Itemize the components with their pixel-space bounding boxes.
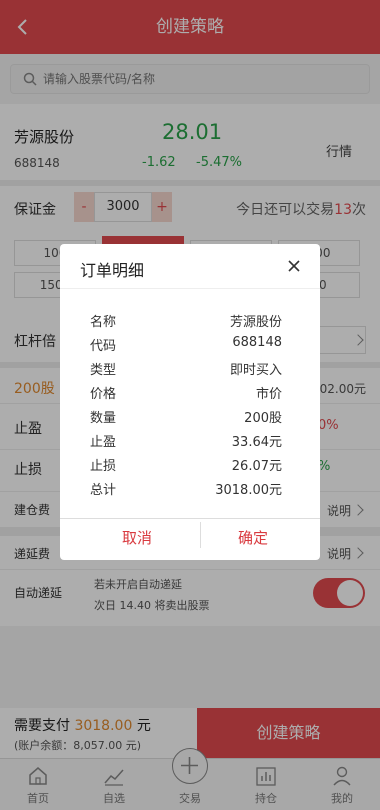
detail-key: 止损 [90,459,117,474]
cancel-button[interactable]: 取消 [72,519,202,557]
dialog-divider [60,288,320,289]
detail-row-name: 名称 芳源股份 [90,308,282,332]
close-icon[interactable] [286,258,302,274]
detail-row-quantity: 数量 200股 [90,404,282,428]
detail-row-price: 价格 市价 [90,380,282,404]
detail-row-code: 代码 688148 [90,332,282,356]
dialog-title: 订单明细 [80,261,145,280]
detail-row-take-profit: 止盈 33.64元 [90,428,282,452]
detail-row-stop-loss: 止损 26.07元 [90,452,282,476]
detail-key: 名称 [90,315,117,330]
detail-value: 200股 [244,411,282,426]
detail-value: 3018.00元 [215,483,282,498]
order-detail-dialog: 订单明细 名称 芳源股份 代码 688148 类型 即时买入 价格 市价 数量 200股 … [60,244,320,560]
detail-key: 总计 [90,483,117,498]
detail-value: 市价 [255,387,282,402]
detail-value: 33.64元 [231,435,282,450]
detail-value: 芳源股份 [229,315,282,330]
detail-value: 688148 [232,335,282,350]
detail-row-total: 总计 3018.00元 [90,476,282,500]
detail-key: 价格 [90,387,117,402]
confirm-button[interactable]: 确定 [188,519,318,557]
detail-key: 止盈 [90,435,117,450]
detail-key: 类型 [90,363,117,378]
detail-value: 即时买入 [229,363,282,378]
detail-key: 数量 [90,411,117,426]
detail-value: 26.07元 [231,459,282,474]
detail-row-type: 类型 即时买入 [90,356,282,380]
detail-key: 代码 [90,339,117,354]
